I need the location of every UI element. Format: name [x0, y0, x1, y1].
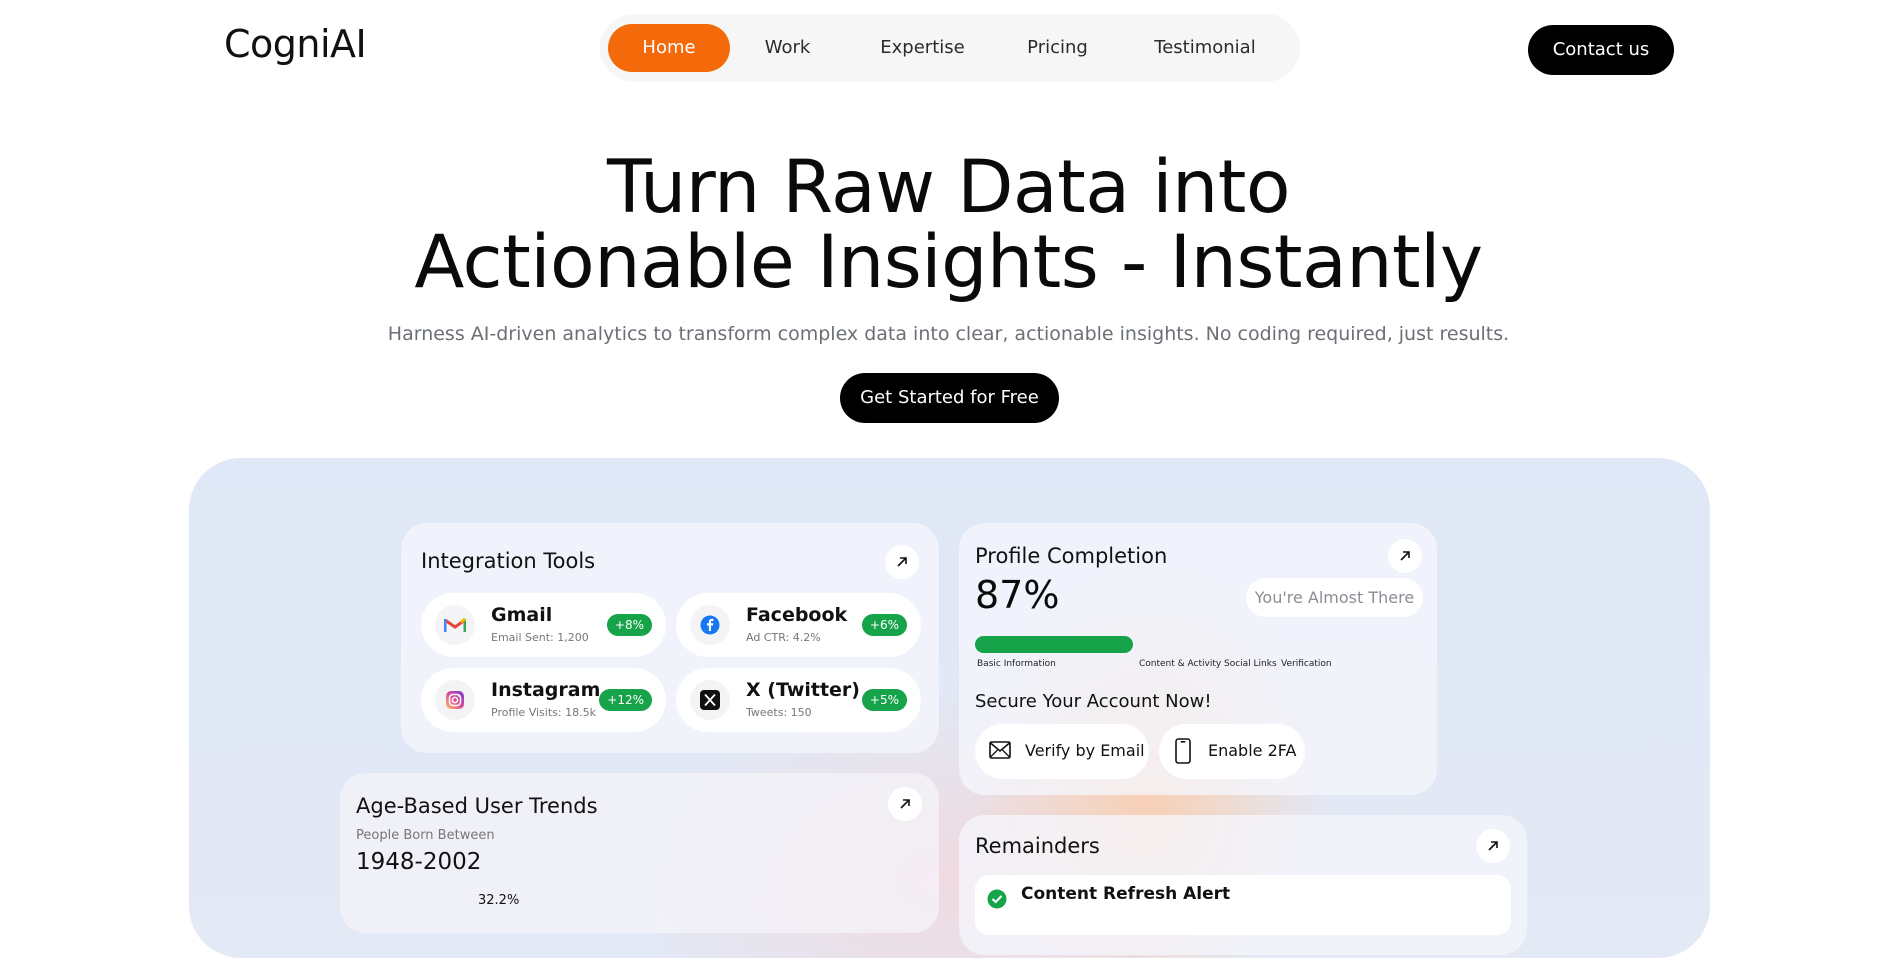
reminders-title: Remainders [975, 834, 1100, 858]
growth-badge: +8% [606, 614, 652, 636]
tool-tile-instagram[interactable]: Instagram Profile Visits: 18.5k +12% [421, 668, 666, 732]
main-nav: Home Work Expertise Pricing Testimonial [600, 14, 1300, 82]
open-arrow-icon[interactable] [1476, 829, 1510, 863]
tool-tile-x-twitter[interactable]: X (Twitter) Tweets: 150 +5% [676, 668, 921, 732]
x-icon [690, 680, 730, 720]
reminders-card: Remainders Content Refresh Alert [959, 815, 1527, 955]
tool-meta: Tweets: 150 [746, 706, 812, 719]
tool-name: Facebook [746, 604, 848, 626]
progress-bar-fill [975, 636, 1133, 653]
growth-badge: +12% [599, 689, 652, 711]
verify-email-button[interactable]: Verify by Email [975, 724, 1149, 779]
tool-name: X (Twitter) [746, 679, 860, 701]
age-trends-caption: People Born Between [356, 828, 495, 843]
phone-icon [1175, 738, 1191, 768]
step-label: Social Links [1224, 659, 1277, 669]
enable-2fa-label: Enable 2FA [1208, 741, 1297, 760]
age-trends-card: Age-Based User Trends People Born Betwee… [340, 773, 939, 933]
step-label: Basic Information [977, 659, 1056, 669]
tool-meta: Profile Visits: 18.5k [491, 706, 596, 719]
instagram-icon [435, 680, 475, 720]
profile-completion-card: Profile Completion 87% You're Almost The… [959, 523, 1437, 795]
open-arrow-icon[interactable] [1388, 539, 1422, 573]
growth-badge: +5% [861, 689, 907, 711]
status-badge: You're Almost There [1246, 578, 1423, 617]
check-circle-icon [987, 889, 1007, 913]
contact-button[interactable]: Contact us [1528, 25, 1674, 75]
gmail-icon [435, 605, 475, 645]
profile-completion-title: Profile Completion [975, 544, 1168, 568]
hero-title-line-2: Actionable Insights - Instantly [414, 220, 1483, 305]
brand-logo[interactable]: CogniAI [224, 22, 367, 66]
age-group-value-label: 32.2% [478, 893, 520, 908]
age-range: 1948-2002 [356, 849, 482, 875]
hero-subtitle: Harness AI-driven analytics to transform… [387, 323, 1510, 345]
envelope-icon [989, 741, 1011, 763]
enable-2fa-button[interactable]: Enable 2FA [1159, 724, 1305, 779]
open-arrow-icon[interactable] [888, 787, 922, 821]
hero-title-line-1: Turn Raw Data into [606, 145, 1291, 230]
reminder-item[interactable]: Content Refresh Alert [975, 875, 1511, 935]
growth-badge: +6% [861, 614, 907, 636]
step-label: Content & Activity [1139, 659, 1222, 669]
reminder-title: Content Refresh Alert [1021, 884, 1231, 904]
verify-email-label: Verify by Email [1025, 741, 1145, 760]
nav-item-expertise[interactable]: Expertise [865, 24, 980, 72]
step-label: Verification [1281, 659, 1332, 669]
age-trends-title: Age-Based User Trends [356, 794, 598, 818]
nav-item-pricing[interactable]: Pricing [1010, 24, 1105, 72]
facebook-icon [690, 605, 730, 645]
open-arrow-icon[interactable] [885, 545, 919, 579]
integration-tools-title: Integration Tools [421, 549, 596, 573]
nav-item-home[interactable]: Home [608, 24, 730, 72]
tool-meta: Email Sent: 1,200 [491, 631, 589, 644]
tool-name: Gmail [491, 604, 553, 626]
nav-item-testimonial[interactable]: Testimonial [1140, 24, 1270, 72]
secure-account-heading: Secure Your Account Now! [975, 691, 1212, 712]
integration-tools-card: Integration Tools Gmail Email Sent: 1,20… [401, 523, 939, 753]
tool-meta: Ad CTR: 4.2% [746, 631, 821, 644]
tool-tile-facebook[interactable]: Facebook Ad CTR: 4.2% +6% [676, 593, 921, 657]
get-started-button[interactable]: Get Started for Free [840, 373, 1059, 423]
completion-percent: 87% [975, 573, 1060, 617]
nav-item-work[interactable]: Work [740, 24, 835, 72]
tool-tile-gmail[interactable]: Gmail Email Sent: 1,200 +8% [421, 593, 666, 657]
tool-name: Instagram [491, 679, 601, 701]
